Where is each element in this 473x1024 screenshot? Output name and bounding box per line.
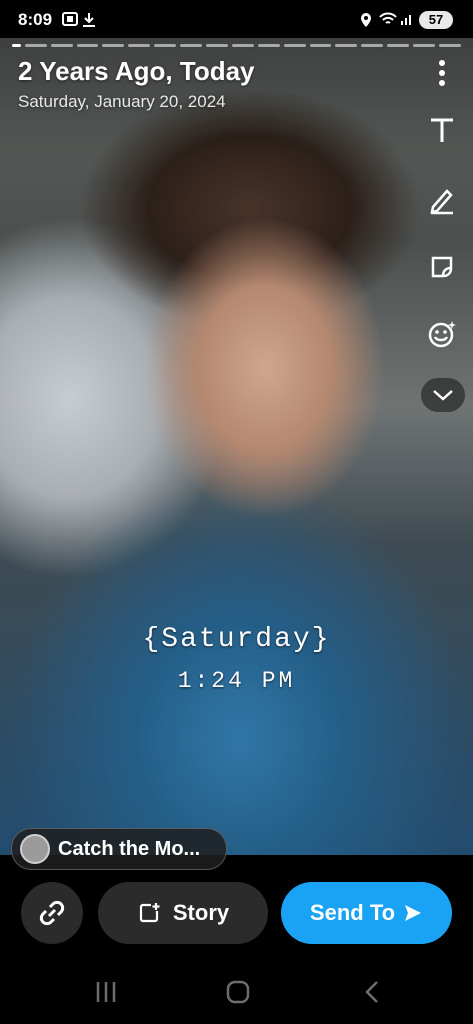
progress-segment bbox=[257, 44, 280, 47]
status-bar: 8:09 57 bbox=[0, 0, 473, 38]
progress-segment bbox=[50, 44, 73, 47]
progress-segment bbox=[309, 44, 332, 47]
chip-label: Catch the Mo... bbox=[58, 837, 201, 860]
pencil-tool-button[interactable] bbox=[425, 183, 459, 217]
memory-date: Saturday, January 20, 2024 bbox=[18, 92, 226, 111]
progress-segment bbox=[154, 44, 177, 47]
recents-button[interactable] bbox=[94, 980, 118, 1009]
text-tool-icon bbox=[431, 118, 453, 142]
send-to-button[interactable]: Send To bbox=[281, 882, 452, 944]
progress-segment bbox=[180, 44, 202, 47]
progress-segment bbox=[231, 44, 254, 47]
more-options-button[interactable] bbox=[425, 56, 459, 90]
screenshot-icon bbox=[62, 12, 78, 29]
catch-the-moment-chip[interactable]: Catch the Mo... bbox=[11, 828, 227, 870]
story-button-label: Story bbox=[172, 900, 230, 925]
caption-day: {Saturday} bbox=[142, 624, 331, 655]
status-time: 8:09 bbox=[18, 10, 53, 29]
progress-segment bbox=[76, 44, 99, 47]
memory-photo bbox=[0, 38, 473, 855]
battery-indicator: 57 bbox=[419, 11, 453, 29]
progress-segment bbox=[128, 44, 151, 47]
wifi-icon bbox=[379, 12, 397, 29]
progress-segment bbox=[206, 44, 228, 47]
expand-tools-button[interactable] bbox=[421, 378, 465, 412]
send-arrow-icon bbox=[405, 905, 422, 921]
home-icon bbox=[226, 980, 250, 1004]
pencil-icon bbox=[430, 189, 453, 215]
memory-title: 2 Years Ago, Today bbox=[18, 56, 255, 86]
story-button[interactable]: Story bbox=[98, 882, 268, 944]
more-options-icon bbox=[439, 60, 445, 86]
progress-segment bbox=[335, 44, 358, 47]
progress-segment bbox=[102, 44, 125, 47]
progress-segment bbox=[361, 44, 384, 47]
chevron-down-icon bbox=[433, 390, 453, 401]
add-story-icon bbox=[139, 903, 160, 923]
progress-segment bbox=[413, 44, 436, 47]
send-to-label: Send To bbox=[309, 900, 396, 925]
progress-segment bbox=[283, 44, 306, 47]
recents-icon bbox=[96, 982, 116, 1002]
signal-icon bbox=[400, 12, 414, 29]
caption-time: 1:24 PM bbox=[177, 668, 296, 694]
home-button[interactable] bbox=[226, 980, 250, 1009]
system-nav-bar bbox=[0, 970, 473, 1024]
back-icon bbox=[365, 981, 378, 1003]
progress-segment bbox=[387, 44, 410, 47]
progress-segment bbox=[439, 44, 461, 47]
sticker-tool-button[interactable] bbox=[425, 250, 459, 284]
progress-segment bbox=[12, 44, 21, 47]
back-button[interactable] bbox=[362, 980, 382, 1009]
story-progress-bar bbox=[12, 44, 461, 48]
emoji-tool-button[interactable] bbox=[425, 317, 459, 351]
emoji-icon bbox=[428, 321, 456, 348]
sticker-icon bbox=[431, 256, 453, 278]
location-icon bbox=[360, 12, 372, 31]
link-button[interactable] bbox=[21, 882, 83, 944]
download-icon bbox=[82, 12, 96, 31]
link-icon bbox=[39, 900, 65, 926]
text-tool-button[interactable] bbox=[425, 113, 459, 147]
progress-segment bbox=[24, 44, 47, 47]
chip-avatar bbox=[20, 834, 50, 864]
